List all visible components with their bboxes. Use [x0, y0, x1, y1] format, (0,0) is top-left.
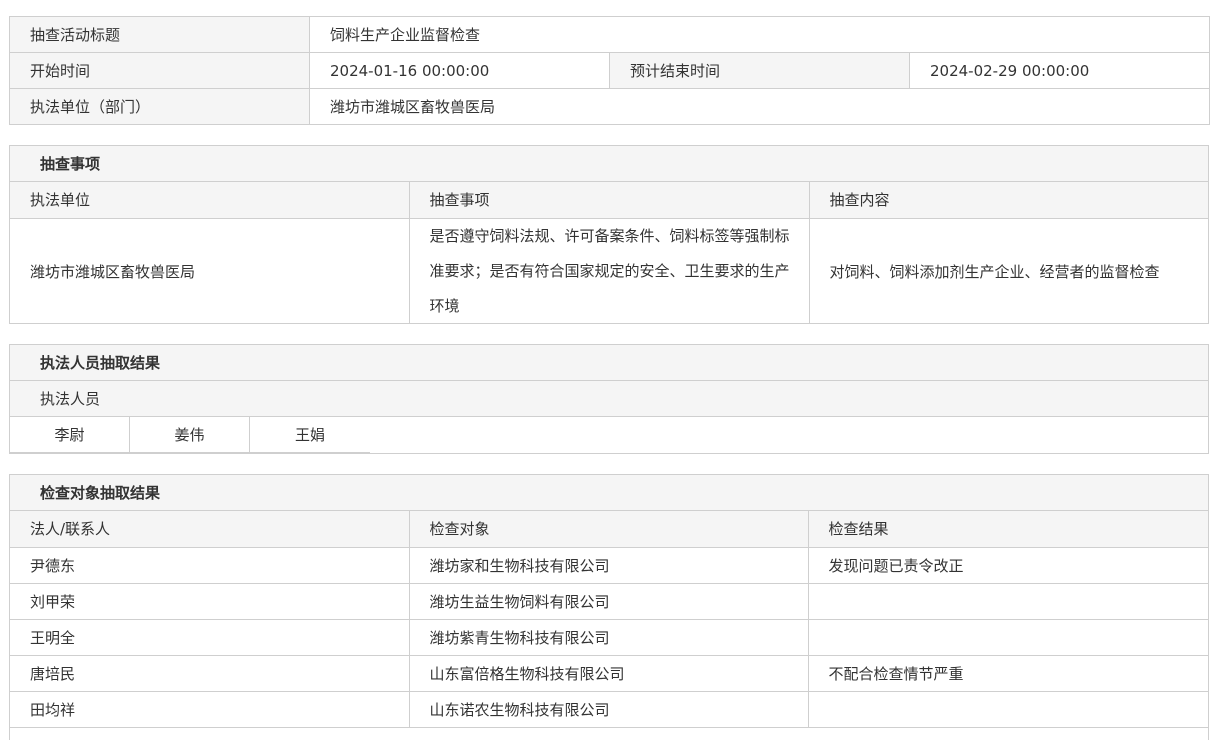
column-header: 法人/联系人 — [10, 511, 410, 548]
inspection-items-table: 执法单位 抽查事项 抽查内容 潍坊市潍城区畜牧兽医局 是否遵守饲料法规、许可备案… — [10, 182, 1208, 324]
activity-info-table: 抽查活动标题 饲料生产企业监督检查 开始时间 2024-01-16 00:00:… — [9, 16, 1211, 125]
target-result-title: 检查对象抽取结果 — [10, 475, 1208, 511]
staff-name: 王娟 — [250, 417, 370, 453]
table-row: 田均祥 山东诺农生物科技有限公司 — [10, 691, 1208, 728]
staff-subheader: 执法人员 — [10, 381, 1208, 417]
target-result — [808, 691, 1208, 728]
staff-names: 李尉 姜伟 王娟 — [10, 417, 1208, 453]
end-time-value: 2024-02-29 00:00:00 — [908, 52, 1211, 89]
target-person: 王明全 — [10, 619, 410, 656]
target-result — [808, 619, 1208, 656]
item-content: 对饲料、饲料添加剂生产企业、经营者的监督检查 — [829, 262, 1160, 281]
target-person: 刘甲荣 — [10, 583, 410, 620]
target-result — [808, 583, 1208, 620]
staff-result-panel: 执法人员抽取结果 执法人员 李尉 姜伟 王娟 — [9, 344, 1209, 454]
target-result: 不配合检查情节严重 — [808, 655, 1208, 692]
target-result-panel: 检查对象抽取结果 法人/联系人 检查对象 检查结果 尹德东 潍坊家和生物科技有限… — [9, 474, 1209, 740]
target-result: 发现问题已责令改正 — [808, 547, 1208, 584]
staff-result-title: 执法人员抽取结果 — [10, 345, 1208, 381]
start-time-value: 2024-01-16 00:00:00 — [309, 52, 610, 89]
table-row: 潍坊市潍城区畜牧兽医局 是否遵守饲料法规、许可备案条件、饲料标签等强制标准要求；… — [10, 218, 1208, 324]
target-person: 尹德东 — [10, 547, 410, 584]
column-header: 执法单位 — [10, 182, 410, 219]
title-value: 饲料生产企业监督检查 — [308, 16, 1211, 53]
inspection-items-title: 抽查事项 — [10, 146, 1208, 182]
table-row: 尹德东 潍坊家和生物科技有限公司 发现问题已责令改正 — [10, 547, 1208, 584]
column-header: 抽查内容 — [809, 182, 1208, 219]
target-person: 田均祥 — [10, 691, 410, 728]
target-object: 潍坊生益生物饲料有限公司 — [409, 583, 809, 620]
column-header: 抽查事项 — [409, 182, 810, 219]
target-object: 山东富倍格生物科技有限公司 — [409, 655, 809, 692]
item-matter: 是否遵守饲料法规、许可备案条件、饲料标签等强制标准要求；是否有符合国家规定的安全… — [409, 218, 810, 324]
column-header: 检查结果 — [808, 511, 1208, 548]
inspection-items-panel: 抽查事项 执法单位 抽查事项 抽查内容 潍坊市潍城区畜牧兽医局 是否遵守饲料法规… — [9, 145, 1209, 324]
staff-name: 姜伟 — [130, 417, 250, 453]
table-row: 王明全 潍坊紫青生物科技有限公司 — [10, 619, 1208, 656]
table-row: 刘甲荣 潍坊生益生物饲料有限公司 — [10, 583, 1208, 620]
unit-value: 潍坊市潍城区畜牧兽医局 — [308, 88, 1211, 125]
item-unit: 潍坊市潍城区畜牧兽医局 — [10, 218, 410, 324]
target-object: 潍坊家和生物科技有限公司 — [409, 547, 809, 584]
target-object: 潍坊紫青生物科技有限公司 — [409, 619, 809, 656]
target-object: 山东诺农生物科技有限公司 — [409, 691, 809, 728]
table-header-row: 执法单位 抽查事项 抽查内容 — [10, 182, 1208, 219]
info-row-unit: 执法单位（部门） 潍坊市潍城区畜牧兽医局 — [9, 88, 1211, 125]
end-time-label: 预计结束时间 — [609, 52, 910, 89]
table-row: 唐培民 山东富倍格生物科技有限公司 不配合检查情节严重 — [10, 655, 1208, 692]
info-row-title: 抽查活动标题 饲料生产企业监督检查 — [9, 16, 1211, 53]
title-label: 抽查活动标题 — [9, 16, 310, 53]
column-header: 检查对象 — [409, 511, 809, 548]
target-person: 唐培民 — [10, 655, 410, 692]
table-header-row: 法人/联系人 检查对象 检查结果 — [10, 511, 1208, 548]
unit-label: 执法单位（部门） — [9, 88, 310, 125]
target-result-table: 法人/联系人 检查对象 检查结果 尹德东 潍坊家和生物科技有限公司 发现问题已责… — [10, 511, 1208, 728]
start-time-label: 开始时间 — [9, 52, 310, 89]
staff-name: 李尉 — [10, 417, 130, 453]
info-row-time: 开始时间 2024-01-16 00:00:00 预计结束时间 2024-02-… — [9, 52, 1211, 89]
